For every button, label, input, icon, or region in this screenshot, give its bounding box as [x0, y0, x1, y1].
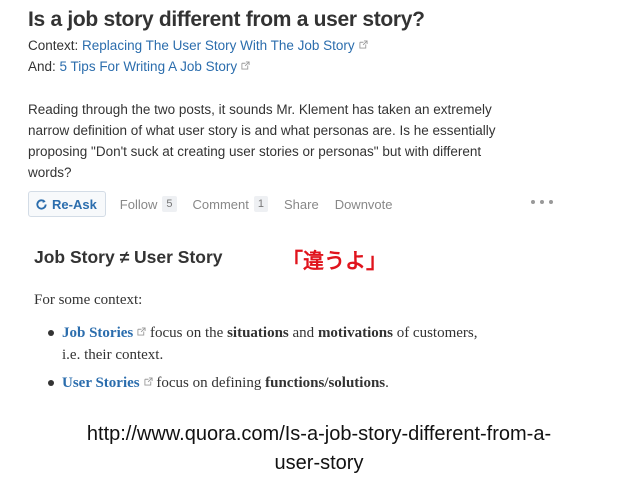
job-stories-link[interactable]: Job Stories [62, 325, 133, 341]
question-body-line: Reading through the two posts, it sounds… [28, 102, 492, 117]
external-link-icon [241, 61, 250, 70]
bullet-user-stories: User Stories focus on defining functions… [62, 372, 582, 394]
bullet-bold: motivations [317, 325, 393, 341]
context-label: Context: [28, 38, 79, 53]
question-body-line: words? [28, 165, 72, 180]
question-body-line: proposing "Don't suck at creating user s… [28, 144, 482, 159]
bullet-bold: functions/solutions [265, 375, 386, 391]
external-link-icon [359, 40, 368, 49]
more-options-icon[interactable] [531, 195, 553, 209]
source-url-line: user-story [274, 452, 364, 474]
reask-button[interactable]: Re-Ask [28, 191, 106, 217]
context-link[interactable]: Replacing The User Story With The Job St… [82, 38, 355, 53]
user-stories-link[interactable]: User Stories [62, 375, 140, 391]
share-button[interactable]: Share [284, 197, 319, 212]
bullet-text: i.e. their context. [62, 347, 164, 363]
bullet-text: focus on the [146, 325, 228, 341]
bullet-text: of customers, [392, 325, 478, 341]
comment-button[interactable]: Comment 1 [193, 196, 268, 212]
answer-title: Job Story ≠ User Story [34, 247, 223, 267]
bullet-bold: situations [227, 325, 289, 341]
reask-label: Re-Ask [52, 196, 97, 212]
bullet-job-stories: Job Stories focus on the situations and … [62, 322, 582, 366]
bullet-text: focus on defining [152, 375, 266, 391]
share-label: Share [283, 196, 319, 212]
external-link-icon [144, 377, 153, 386]
bullet-text: and [288, 325, 318, 341]
and-label: And: [28, 59, 56, 74]
source-url-line: http://www.quora.com/Is-a-job-story-diff… [86, 423, 552, 445]
follow-count: 5 [162, 196, 177, 212]
context-line: Context: Replacing The User Story With T… [28, 38, 368, 53]
comment-label: Comment [192, 196, 249, 212]
source-url: http://www.quora.com/Is-a-job-story-diff… [0, 420, 638, 478]
bullet-dot [48, 380, 54, 386]
external-link-icon [137, 327, 146, 336]
follow-button[interactable]: Follow 5 [120, 196, 177, 212]
action-bar: Re-Ask Follow 5 Comment 1 Share Downvote [28, 191, 556, 217]
comment-count: 1 [253, 196, 268, 212]
question-title[interactable]: Is a job story different from a user sto… [28, 8, 425, 32]
downvote-label: Downvote [334, 196, 393, 212]
bullet-text: . [385, 375, 389, 391]
follow-label: Follow [119, 196, 158, 212]
annotation-text: 「違うよ」 [282, 249, 387, 273]
answer-intro: For some context: [34, 292, 143, 308]
and-link[interactable]: 5 Tips For Writing A Job Story [60, 59, 238, 74]
and-line: And: 5 Tips For Writing A Job Story [28, 59, 250, 74]
question-body: Reading through the two posts, it sounds… [28, 99, 588, 183]
bullet-dot [48, 330, 54, 336]
question-body-line: narrow definition of what user story is … [28, 123, 496, 138]
refresh-icon [36, 198, 47, 210]
downvote-button[interactable]: Downvote [335, 197, 393, 212]
